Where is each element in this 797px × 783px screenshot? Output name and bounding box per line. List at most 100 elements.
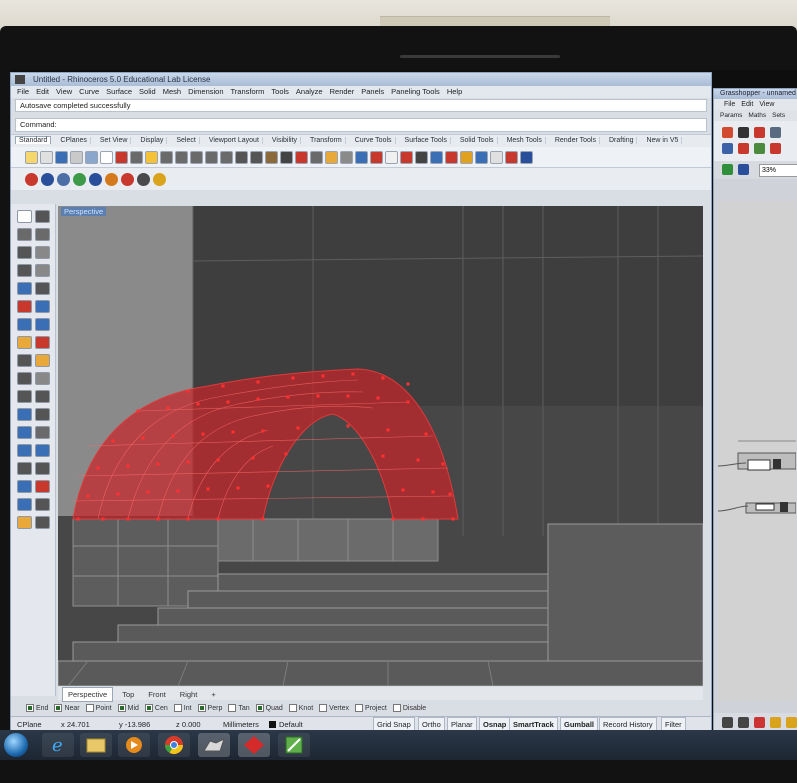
view-tab-front[interactable]: Front	[143, 688, 171, 701]
toolbar-tool-icon[interactable]	[370, 150, 383, 164]
menu-item-solid[interactable]: Solid	[139, 87, 156, 96]
control-point[interactable]	[424, 432, 428, 436]
control-point[interactable]	[406, 382, 410, 386]
control-point[interactable]	[441, 462, 445, 466]
component-icon[interactable]	[770, 143, 781, 154]
osnap-checkbox[interactable]	[319, 704, 328, 713]
control-point[interactable]	[261, 517, 265, 521]
menu-item-surface[interactable]: Surface	[106, 87, 132, 96]
control-point[interactable]	[376, 396, 380, 400]
menu-item-transform[interactable]: Transform	[231, 87, 265, 96]
tab-select[interactable]: Select	[173, 137, 200, 144]
toolbar-tool-icon[interactable]	[205, 150, 218, 164]
add-view-tab-button[interactable]: +	[206, 688, 220, 701]
control-point[interactable]	[448, 492, 452, 496]
toolbar-tool-icon[interactable]	[220, 150, 233, 164]
control-point[interactable]	[296, 426, 300, 430]
control-point[interactable]	[221, 384, 225, 388]
menu-item-dimension[interactable]: Dimension	[188, 87, 223, 96]
side-tool-icon[interactable]	[35, 264, 50, 277]
render-tool-icon[interactable]	[105, 172, 118, 186]
control-point[interactable]	[186, 389, 190, 393]
control-point[interactable]	[346, 394, 350, 398]
align-icon[interactable]	[770, 717, 781, 728]
component-icon[interactable]	[754, 127, 765, 138]
toolbar-tool-icon[interactable]	[415, 150, 428, 164]
osnap-checkbox[interactable]	[85, 704, 94, 713]
warning-icon[interactable]	[786, 717, 797, 728]
control-point[interactable]	[126, 517, 130, 521]
control-point[interactable]	[256, 397, 260, 401]
toolbar-tool-icon[interactable]	[250, 150, 263, 164]
control-point[interactable]	[346, 424, 350, 428]
osnap-checkbox[interactable]	[26, 704, 34, 713]
side-tool-icon[interactable]	[35, 498, 50, 511]
zoom-field[interactable]: 33%	[759, 164, 797, 177]
menu-item-edit[interactable]: Edit	[36, 87, 49, 96]
toolbar-tool-icon[interactable]	[265, 150, 278, 164]
control-point[interactable]	[201, 432, 205, 436]
side-tool-icon[interactable]	[17, 390, 32, 403]
osnap-checkbox[interactable]	[197, 704, 206, 713]
control-point[interactable]	[431, 490, 435, 494]
osnap-checkbox[interactable]	[173, 704, 182, 713]
control-point[interactable]	[386, 428, 390, 432]
view-tab-top[interactable]: Top	[117, 688, 139, 701]
control-point[interactable]	[111, 439, 115, 443]
control-point[interactable]	[351, 372, 355, 376]
side-tool-icon[interactable]	[35, 318, 50, 331]
menu-item-analyze[interactable]: Analyze	[296, 87, 323, 96]
osnap-quad[interactable]: Quad	[255, 704, 283, 713]
control-point[interactable]	[156, 517, 160, 521]
toolbar-tool-icon[interactable]	[40, 150, 53, 164]
toolbar-tool-icon[interactable]	[490, 150, 503, 164]
tab-curve-tools[interactable]: Curve Tools	[351, 137, 396, 144]
osnap-perp[interactable]: Perp	[197, 704, 222, 713]
component-icon[interactable]	[722, 127, 733, 138]
osnap-checkbox[interactable]	[288, 704, 297, 713]
toolbar-tool-icon[interactable]	[235, 150, 248, 164]
side-tool-icon[interactable]	[17, 498, 32, 511]
tab-render-tools[interactable]: Render Tools	[551, 137, 600, 144]
toolbar-tool-icon[interactable]	[355, 150, 368, 164]
side-tool-icon[interactable]	[35, 444, 50, 457]
control-point[interactable]	[381, 454, 385, 458]
menu-item-help[interactable]: Help	[447, 87, 462, 96]
side-tool-icon[interactable]	[35, 390, 50, 403]
osnap-checkbox[interactable]	[54, 704, 63, 713]
side-tool-icon[interactable]	[35, 372, 50, 385]
internet-explorer-icon[interactable]: e	[42, 733, 74, 757]
control-point[interactable]	[101, 517, 105, 521]
side-tool-icon[interactable]	[35, 480, 50, 493]
side-tool-icon[interactable]	[17, 246, 32, 259]
toolbar-tool-icon[interactable]	[25, 150, 38, 164]
grasshopper-titlebar[interactable]: Grasshopper - unnamed	[714, 89, 797, 99]
control-point[interactable]	[401, 488, 405, 492]
viewport-label[interactable]: Perspective	[61, 207, 107, 216]
gh-tab-params[interactable]: Params	[720, 112, 742, 119]
render-tool-icon[interactable]	[153, 172, 166, 186]
osnap-project[interactable]: Project	[355, 704, 387, 713]
side-tool-icon[interactable]	[35, 354, 50, 367]
side-tool-icon[interactable]	[17, 480, 32, 493]
toolbar-tool-icon[interactable]	[295, 150, 308, 164]
control-point[interactable]	[186, 460, 190, 464]
side-tool-icon[interactable]	[35, 462, 50, 475]
side-tool-icon[interactable]	[35, 300, 50, 313]
side-tool-icon[interactable]	[17, 516, 32, 529]
control-point[interactable]	[316, 394, 320, 398]
control-point[interactable]	[136, 409, 140, 413]
side-tool-icon[interactable]	[17, 462, 32, 475]
tab-standard[interactable]: Standard	[15, 136, 52, 144]
menu-item-curve[interactable]: Curve	[79, 87, 99, 96]
tab-set-view[interactable]: Set View	[96, 137, 132, 144]
file-explorer-icon[interactable]	[80, 733, 112, 757]
toolbar-tool-icon[interactable]	[520, 150, 533, 164]
osnap-near[interactable]: Near	[54, 704, 80, 713]
view-tab-perspective[interactable]: Perspective	[62, 687, 114, 702]
toolbar-tool-icon[interactable]	[55, 150, 68, 164]
control-point[interactable]	[141, 436, 145, 440]
render-tool-icon[interactable]	[121, 172, 134, 186]
side-tool-icon[interactable]	[17, 282, 32, 295]
osnap-checkbox[interactable]	[255, 704, 264, 713]
